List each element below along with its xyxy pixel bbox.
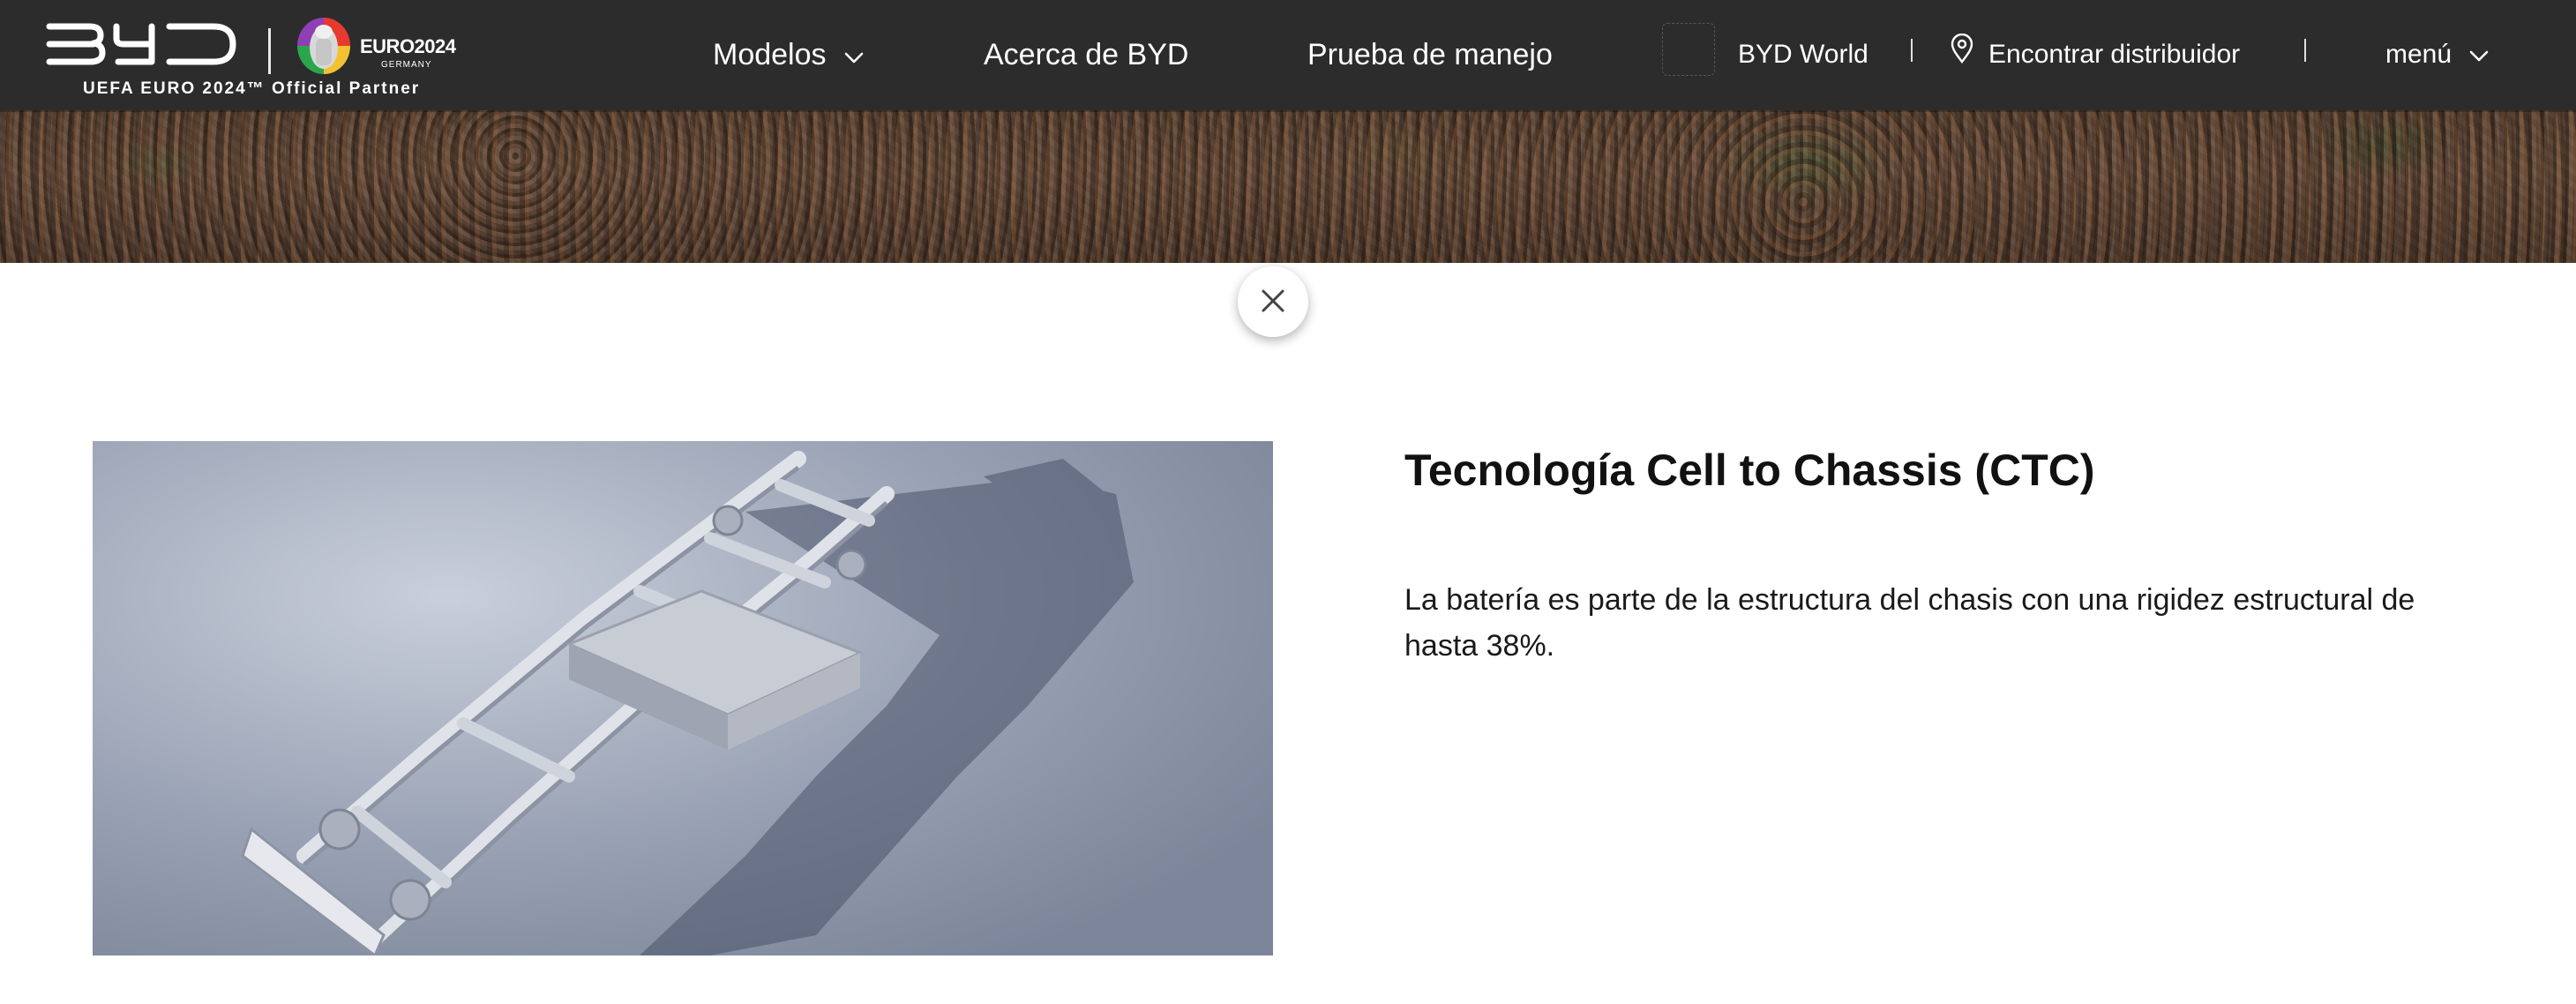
- top-navigation-bar: EURO2024 GERMANY UEFA EURO 2024™ Officia…: [0, 0, 2576, 110]
- close-icon: [1260, 288, 1286, 317]
- location-pin-icon: [1950, 33, 1974, 77]
- hero-desert-background-image: [0, 110, 2576, 263]
- nav-item-modelos-label: Modelos: [713, 38, 827, 71]
- euro-2024-emblem: [295, 12, 353, 80]
- nav-item-acerca[interactable]: Acerca de BYD: [984, 34, 1188, 76]
- byd-logo: [46, 21, 242, 71]
- euro-2024-wordmark: EURO2024: [360, 35, 456, 57]
- nav-separator: [1911, 39, 1913, 62]
- chevron-down-icon: [2469, 34, 2489, 76]
- brand-logo-link[interactable]: EURO2024 GERMANY UEFA EURO 2024™ Officia…: [46, 12, 456, 104]
- nav-item-menu-label: menú: [2385, 40, 2452, 69]
- nav-item-menu[interactable]: menú: [2385, 34, 2489, 76]
- partner-tagline: UEFA EURO 2024™ Official Partner: [83, 79, 421, 98]
- chevron-down-icon: [844, 34, 864, 76]
- byd-world-icon: [1662, 23, 1715, 76]
- nav-item-prueba-label: Prueba de manejo: [1307, 38, 1553, 71]
- nav-separator: [2304, 39, 2306, 62]
- nav-item-distribuidor[interactable]: Encontrar distribuidor: [1950, 33, 2241, 77]
- nav-item-byd-world-label: BYD World: [1738, 40, 1868, 69]
- feature-description: La batería es parte de la estructura del…: [1404, 583, 2415, 663]
- nav-item-prueba[interactable]: Prueba de manejo: [1307, 34, 1553, 76]
- close-button[interactable]: [1238, 266, 1308, 337]
- nav-item-byd-world[interactable]: BYD World: [1738, 34, 1868, 76]
- brand-divider: [268, 28, 271, 74]
- chassis-with-battery-image: [93, 441, 1273, 955]
- nav-item-distribuidor-label: Encontrar distribuidor: [1988, 40, 2241, 69]
- nav-item-acerca-label: Acerca de BYD: [984, 38, 1189, 71]
- nav-item-modelos[interactable]: Modelos: [713, 34, 864, 76]
- feature-title: Tecnología Cell to Chassis (CTC): [1404, 446, 2095, 495]
- euro-2024-subtext: GERMANY: [381, 60, 432, 70]
